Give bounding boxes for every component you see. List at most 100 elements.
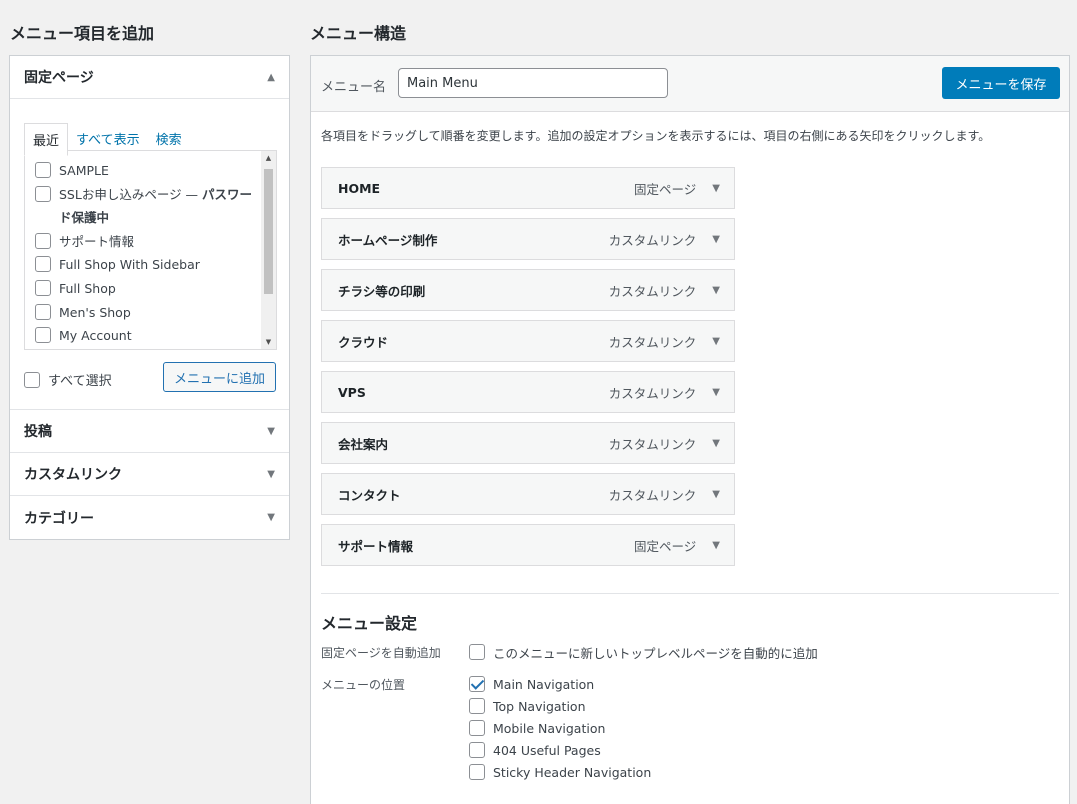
list-item[interactable]: SSLお申し込みページ — パスワード保護中: [25, 183, 257, 230]
404-useful-pages-checkbox[interactable]: [469, 742, 485, 758]
list-scrollbar[interactable]: ▲ ▼: [261, 151, 276, 349]
item-expand-arrow-icon[interactable]: ▼: [712, 336, 720, 347]
expand-arrow-icon[interactable]: ▼: [267, 469, 275, 480]
menu-item-title: 会社案内: [338, 436, 389, 452]
checkbox[interactable]: [35, 327, 51, 344]
menu-item[interactable]: サポート情報 固定ページ ▼: [321, 524, 735, 566]
checkbox[interactable]: [35, 279, 51, 296]
menu-item-type: 固定ページ: [634, 181, 697, 197]
add-items-panel: 固定ページ ▲ 最近 すべて表示 検索 SAMPLE SSLお申し込みページ —…: [9, 55, 290, 540]
location-option-mobile-navigation[interactable]: Mobile Navigation: [469, 717, 651, 739]
checkbox[interactable]: [35, 303, 51, 320]
pages-checklist: SAMPLE SSLお申し込みページ — パスワード保護中 サポート情報 Ful…: [24, 150, 277, 350]
menu-settings-heading: メニュー設定: [321, 614, 418, 633]
menu-name-label: メニュー名: [321, 80, 387, 95]
auto-add-checkbox[interactable]: [469, 644, 485, 660]
item-expand-arrow-icon[interactable]: ▼: [712, 234, 720, 245]
checkbox[interactable]: [35, 232, 51, 249]
auto-add-option[interactable]: このメニューに新しいトップレベルページを自動的に追加: [469, 641, 818, 663]
item-expand-arrow-icon[interactable]: ▼: [712, 489, 720, 500]
select-all[interactable]: すべて選択: [24, 370, 112, 389]
menu-item[interactable]: コンタクト カスタムリンク ▼: [321, 473, 735, 515]
menu-item[interactable]: VPS カスタムリンク ▼: [321, 371, 735, 413]
location-option-label: Mobile Navigation: [493, 720, 606, 736]
main-navigation-checkbox[interactable]: [469, 676, 485, 692]
item-expand-arrow-icon[interactable]: ▼: [712, 540, 720, 551]
location-option-label: Sticky Header Navigation: [493, 764, 652, 780]
categories-accordion-title: カテゴリー: [24, 510, 94, 527]
list-item[interactable]: Full Shop: [25, 277, 257, 301]
location-option-main-navigation[interactable]: Main Navigation: [469, 673, 651, 695]
list-item-label: SSLお申し込みページ —: [59, 186, 203, 202]
menu-item[interactable]: HOME 固定ページ ▼: [321, 167, 735, 209]
scroll-up-icon[interactable]: ▲: [261, 151, 276, 165]
item-expand-arrow-icon[interactable]: ▼: [712, 438, 720, 449]
item-expand-arrow-icon[interactable]: ▼: [712, 183, 720, 194]
list-item[interactable]: サポート情報: [25, 230, 257, 254]
categories-accordion-header[interactable]: カテゴリー ▼: [10, 496, 289, 539]
menu-item-type: カスタムリンク: [608, 334, 697, 350]
checkbox[interactable]: [35, 185, 51, 202]
menu-item-title: サポート情報: [338, 538, 414, 554]
menu-item-title: チラシ等の印刷: [338, 283, 426, 299]
menu-item[interactable]: ホームページ制作 カスタムリンク ▼: [321, 218, 735, 260]
menu-item-title: ホームページ制作: [338, 232, 438, 248]
expand-arrow-icon[interactable]: ▼: [267, 512, 275, 523]
checkbox[interactable]: [35, 162, 51, 178]
pages-accordion-title: 固定ページ: [24, 70, 94, 86]
select-all-label: すべて選択: [48, 374, 112, 389]
location-option-sticky-header-navigation[interactable]: Sticky Header Navigation: [469, 761, 651, 783]
settings-divider: [321, 593, 1059, 594]
menu-item-type: カスタムリンク: [608, 283, 697, 299]
menu-structure-heading: メニュー構造: [310, 24, 407, 43]
list-item[interactable]: Full Shop With Sidebar: [25, 253, 257, 277]
checkbox[interactable]: [35, 256, 51, 273]
custom-links-accordion-header[interactable]: カスタムリンク ▼: [10, 453, 289, 496]
expand-arrow-icon[interactable]: ▼: [267, 426, 275, 437]
pages-accordion-header[interactable]: 固定ページ ▲: [10, 56, 289, 99]
sticky-header-navigation-checkbox[interactable]: [469, 764, 485, 780]
location-option-top-navigation[interactable]: Top Navigation: [469, 695, 651, 717]
location-option-label: Main Navigation: [493, 676, 595, 692]
menu-item[interactable]: 会社案内 カスタムリンク ▼: [321, 422, 735, 464]
custom-links-accordion-title: カスタムリンク: [24, 467, 122, 483]
menu-name-input[interactable]: [398, 68, 668, 98]
auto-add-label: 固定ページを自動追加: [321, 646, 441, 660]
mobile-navigation-checkbox[interactable]: [469, 720, 485, 736]
list-item[interactable]: Men's Shop: [25, 301, 257, 325]
location-option-404-useful-pages[interactable]: 404 Useful Pages: [469, 739, 651, 761]
menu-header-bar: メニュー名 メニューを保存: [311, 56, 1069, 112]
tab-recent[interactable]: 最近: [24, 123, 69, 156]
item-expand-arrow-icon[interactable]: ▼: [712, 387, 720, 398]
menu-item-type: カスタムリンク: [608, 385, 697, 401]
save-menu-button[interactable]: メニューを保存: [942, 67, 1060, 99]
posts-accordion-title: 投稿: [24, 424, 52, 440]
posts-accordion-header[interactable]: 投稿 ▼: [10, 410, 289, 453]
menu-item-title: HOME: [338, 180, 381, 196]
location-option-label: Top Navigation: [493, 698, 586, 714]
menu-item-title: VPS: [338, 384, 366, 400]
menu-location-label: メニューの位置: [321, 678, 406, 692]
menu-item-type: カスタムリンク: [608, 436, 697, 452]
menu-item-type: 固定ページ: [634, 538, 697, 554]
scroll-down-icon[interactable]: ▼: [261, 335, 276, 349]
menu-item-title: コンタクト: [338, 487, 401, 503]
scrollbar-thumb[interactable]: [264, 169, 273, 294]
collapse-arrow-icon[interactable]: ▲: [267, 72, 275, 83]
select-all-checkbox[interactable]: [24, 371, 40, 388]
list-item[interactable]: SAMPLE: [25, 159, 257, 183]
location-option-label: 404 Useful Pages: [493, 742, 601, 758]
menu-item[interactable]: クラウド カスタムリンク ▼: [321, 320, 735, 362]
menu-item-type: カスタムリンク: [608, 232, 697, 248]
menu-instructions: 各項目をドラッグして順番を変更します。追加の設定オプションを表示するには、項目の…: [321, 129, 991, 143]
add-to-menu-button[interactable]: メニューに追加: [163, 362, 276, 392]
menu-item[interactable]: チラシ等の印刷 カスタムリンク ▼: [321, 269, 735, 311]
menu-location-options: Main Navigation Top Navigation Mobile Na…: [469, 673, 651, 783]
add-menu-items-heading: メニュー項目を追加: [10, 24, 155, 43]
menu-item-title: クラウド: [338, 334, 389, 350]
menu-item-type: カスタムリンク: [608, 487, 697, 503]
top-navigation-checkbox[interactable]: [469, 698, 485, 714]
menu-edit-panel: メニュー名 メニューを保存 各項目をドラッグして順番を変更します。追加の設定オプ…: [310, 55, 1070, 804]
item-expand-arrow-icon[interactable]: ▼: [712, 285, 720, 296]
list-item[interactable]: My Account: [25, 324, 257, 348]
